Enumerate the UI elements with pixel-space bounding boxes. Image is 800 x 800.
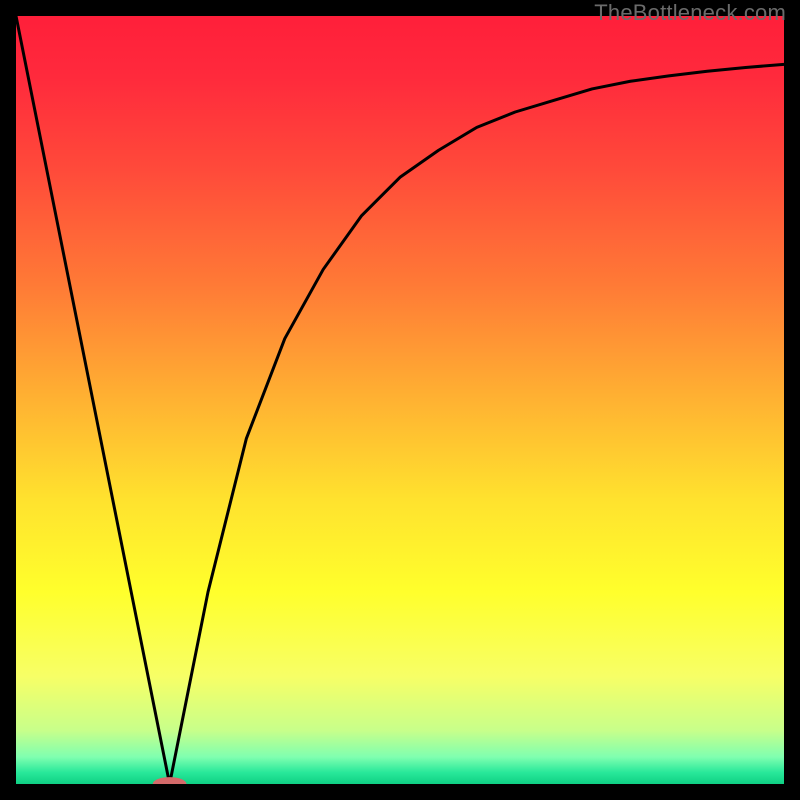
chart-frame <box>16 16 784 784</box>
watermark-text: TheBottleneck.com <box>594 0 786 26</box>
bottleneck-chart <box>16 16 784 784</box>
gradient-background <box>16 16 784 784</box>
